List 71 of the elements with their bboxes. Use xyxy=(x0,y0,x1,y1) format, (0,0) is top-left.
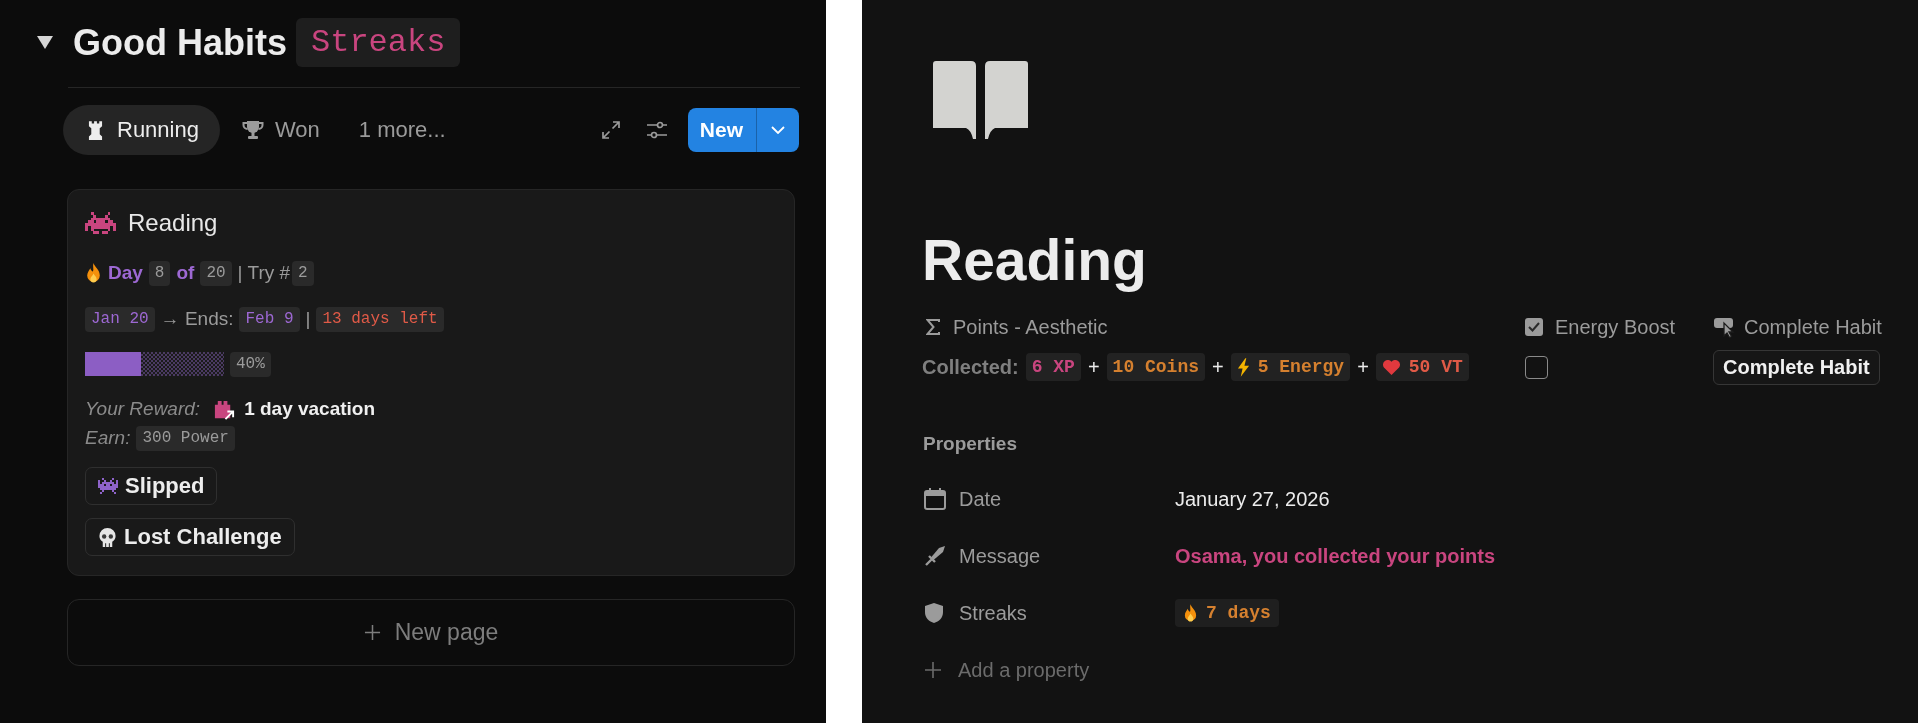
property-label[interactable]: Message xyxy=(959,544,1041,568)
start-date: Jan 20 xyxy=(85,306,155,332)
earn-amount: 300 Power xyxy=(136,425,235,451)
flame-icon xyxy=(85,262,102,284)
plus-icon xyxy=(924,661,942,679)
checkbox-icon xyxy=(1525,318,1543,336)
plus-icon xyxy=(363,624,381,641)
collected-label: Collected: xyxy=(922,355,1019,379)
book-icon xyxy=(933,61,1028,139)
database-title: Good Habits xyxy=(73,21,287,64)
title-code-tag: Streaks xyxy=(296,18,461,67)
plus-sign: + xyxy=(1357,355,1369,379)
date-value: January 27, 2026 xyxy=(1175,487,1330,511)
status-button[interactable]: Lost Challenge xyxy=(85,518,295,556)
total-days: 20 xyxy=(200,260,232,286)
pixel-alien-icon xyxy=(98,478,118,494)
more-views-button[interactable]: 1 more... xyxy=(340,105,464,155)
plus-sign: + xyxy=(1087,355,1100,379)
chevron-down-icon xyxy=(771,126,785,134)
view-tab[interactable]: Won xyxy=(219,105,341,155)
skull-icon xyxy=(98,526,117,548)
plus-sign: + xyxy=(1212,355,1224,379)
points-value: 5 Energy xyxy=(1257,357,1345,377)
add-property-button[interactable]: Add a property xyxy=(924,653,1090,687)
checkbox[interactable] xyxy=(1525,355,1548,379)
heart-icon xyxy=(1381,358,1401,376)
flame-icon xyxy=(1183,603,1198,623)
sigma-icon xyxy=(926,319,940,335)
complete-habit-button[interactable]: Complete Habit xyxy=(1713,349,1880,385)
rook-icon xyxy=(88,120,103,140)
ends-label: → Ends: xyxy=(160,308,234,330)
progress-percent: 40% xyxy=(230,351,271,377)
property-label: Energy Boost xyxy=(1555,315,1676,339)
cursor-click-icon xyxy=(1713,316,1737,338)
day-number: 8 xyxy=(148,260,171,286)
message-value: Osama, you collected your points xyxy=(1175,544,1496,568)
property-label: Complete Habit xyxy=(1744,315,1882,339)
points-tag: 10 Coins xyxy=(1106,353,1205,381)
new-button[interactable]: New xyxy=(687,108,756,152)
card-title: Reading xyxy=(128,209,218,237)
days-left: 13 days left xyxy=(316,306,444,332)
lightning-icon xyxy=(1236,357,1250,377)
habit-card[interactable]: Reading Day 8 of 20 | Try # 2 Jan 20 → Ends: Feb 9 | 13 days left 40% Your Reward: 1 day vacation Earn: 300 Power Slipped Lost Challenge xyxy=(67,189,795,576)
page-title: Reading xyxy=(922,227,1148,293)
reward-label: Your Reward: xyxy=(85,398,201,420)
earn-label: Earn: xyxy=(85,427,131,449)
expand-icon[interactable] xyxy=(600,120,621,140)
end-date: Feb 9 xyxy=(239,306,300,332)
pixel-alien-icon xyxy=(85,212,116,234)
points-tag: 6 XP xyxy=(1025,353,1081,381)
properties-heading: Properties xyxy=(923,432,1018,456)
trophy-icon xyxy=(240,120,265,140)
streak-value: 7 days xyxy=(1206,603,1271,623)
day-label: Day xyxy=(108,262,143,284)
new-page-button[interactable]: New page xyxy=(67,599,795,666)
separator-text: | xyxy=(305,308,311,330)
property-label[interactable]: Streaks xyxy=(959,601,1027,625)
sliders-icon[interactable] xyxy=(645,121,668,139)
try-number: 2 xyxy=(292,260,314,286)
status-button[interactable]: Slipped xyxy=(85,467,218,505)
points-value: 50 VT xyxy=(1408,357,1463,377)
property-label: Points - Aesthetic xyxy=(953,315,1108,339)
calendar-icon xyxy=(924,488,946,510)
property-label[interactable]: Date xyxy=(959,487,1002,511)
shield-icon xyxy=(924,602,944,624)
sword-icon xyxy=(924,545,946,567)
view-tab[interactable]: Running xyxy=(63,105,220,155)
page-mention-link[interactable]: 1 day vacation xyxy=(213,397,376,421)
try-label: | Try # xyxy=(237,262,291,284)
of-label: of xyxy=(176,262,195,284)
toggle-triangle-icon[interactable] xyxy=(37,36,53,49)
